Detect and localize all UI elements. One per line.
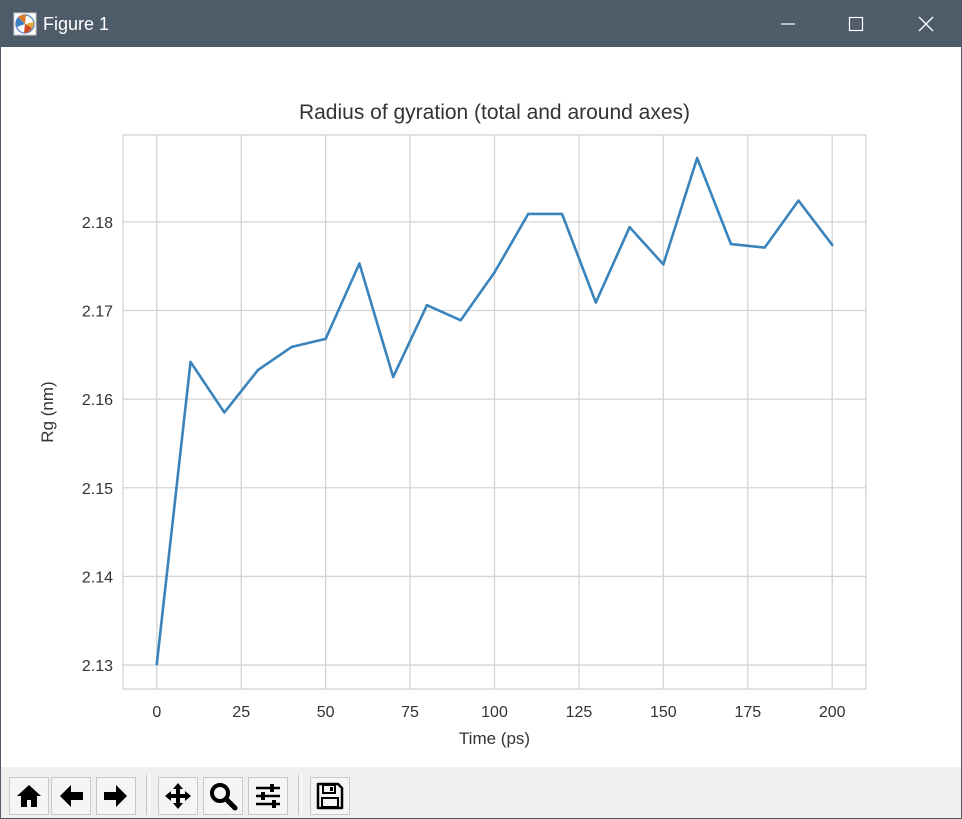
close-button[interactable]: [891, 1, 961, 47]
zoom-button[interactable]: [203, 777, 243, 815]
data-point: [594, 301, 598, 304]
data-point: [797, 199, 800, 202]
data-point: [189, 360, 192, 364]
data-point: [763, 246, 766, 249]
data-point: [493, 271, 496, 274]
y-tick-label: 2.17: [82, 304, 113, 321]
floppy-disk-icon: [316, 782, 344, 810]
y-tick-label: 2.13: [82, 658, 113, 675]
data-point: [459, 319, 462, 322]
data-point: [391, 375, 395, 379]
data-point: [425, 303, 429, 307]
sliders-icon: [256, 784, 280, 808]
home-icon: [17, 785, 41, 807]
data-point: [324, 337, 327, 341]
x-tick-label: 0: [152, 704, 161, 721]
figure-canvas[interactable]: 0 25 50 75 100 125 150 175 200 2.13 2.14 2.15 2.16 2.…: [1, 47, 961, 767]
y-tick-label: 2.18: [82, 215, 113, 232]
minimize-icon: [781, 23, 795, 25]
x-tick-label: 200: [819, 704, 846, 721]
y-tick-label: 2.14: [82, 569, 113, 586]
toolbar-separator: [146, 775, 150, 815]
maximize-icon: [848, 16, 864, 32]
arrow-right-icon: [104, 785, 127, 807]
data-point: [256, 368, 260, 372]
line-chart: 0 25 50 75 100 125 150 175 200 2.13 2.14 2.15 2.16 2.…: [38, 101, 867, 748]
y-tick-label: 2.15: [82, 481, 113, 498]
home-button[interactable]: [9, 777, 49, 815]
x-tick-label: 100: [481, 704, 508, 721]
forward-button[interactable]: [96, 777, 136, 815]
x-axis-label: Time (ps): [459, 729, 530, 748]
data-point: [831, 243, 834, 247]
x-tick-label: 175: [734, 704, 761, 721]
app-figure-icon: [13, 12, 37, 36]
maximize-button[interactable]: [821, 1, 891, 47]
navigation-toolbar: [1, 767, 961, 818]
data-point: [560, 212, 564, 216]
data-point: [155, 662, 158, 666]
toolbar-separator: [298, 775, 302, 815]
save-button[interactable]: [310, 777, 350, 815]
y-axis-label: Rg (nm): [38, 381, 57, 442]
figure-window: Figure 1 0 25 50 75 100 125 150 175 200 2.13 2.14 2…: [0, 0, 962, 819]
data-point: [729, 242, 733, 246]
title-bar[interactable]: Figure 1: [1, 1, 961, 47]
data-point: [662, 263, 665, 266]
x-tick-label: 125: [566, 704, 593, 721]
x-tick-label: 50: [317, 704, 335, 721]
arrow-left-icon: [60, 785, 83, 807]
pan-button[interactable]: [158, 777, 198, 815]
configure-subplots-button[interactable]: [248, 777, 288, 815]
x-tick-label: 75: [401, 704, 419, 721]
data-point: [290, 345, 294, 349]
chart-title: Radius of gyration (total and around axe…: [299, 101, 690, 124]
minimize-button[interactable]: [753, 1, 823, 47]
data-point: [223, 411, 226, 414]
x-tick-label: 150: [650, 704, 677, 721]
y-tick-label: 2.16: [82, 392, 113, 409]
magnifier-icon: [210, 783, 238, 811]
data-point: [358, 262, 361, 265]
window-title: Figure 1: [43, 14, 110, 34]
data-point: [695, 156, 699, 160]
back-button[interactable]: [51, 777, 91, 815]
move-icon: [165, 783, 191, 809]
close-icon: [918, 16, 934, 32]
x-tick-label: 25: [232, 704, 250, 721]
data-point: [527, 212, 530, 216]
data-point: [628, 225, 631, 229]
